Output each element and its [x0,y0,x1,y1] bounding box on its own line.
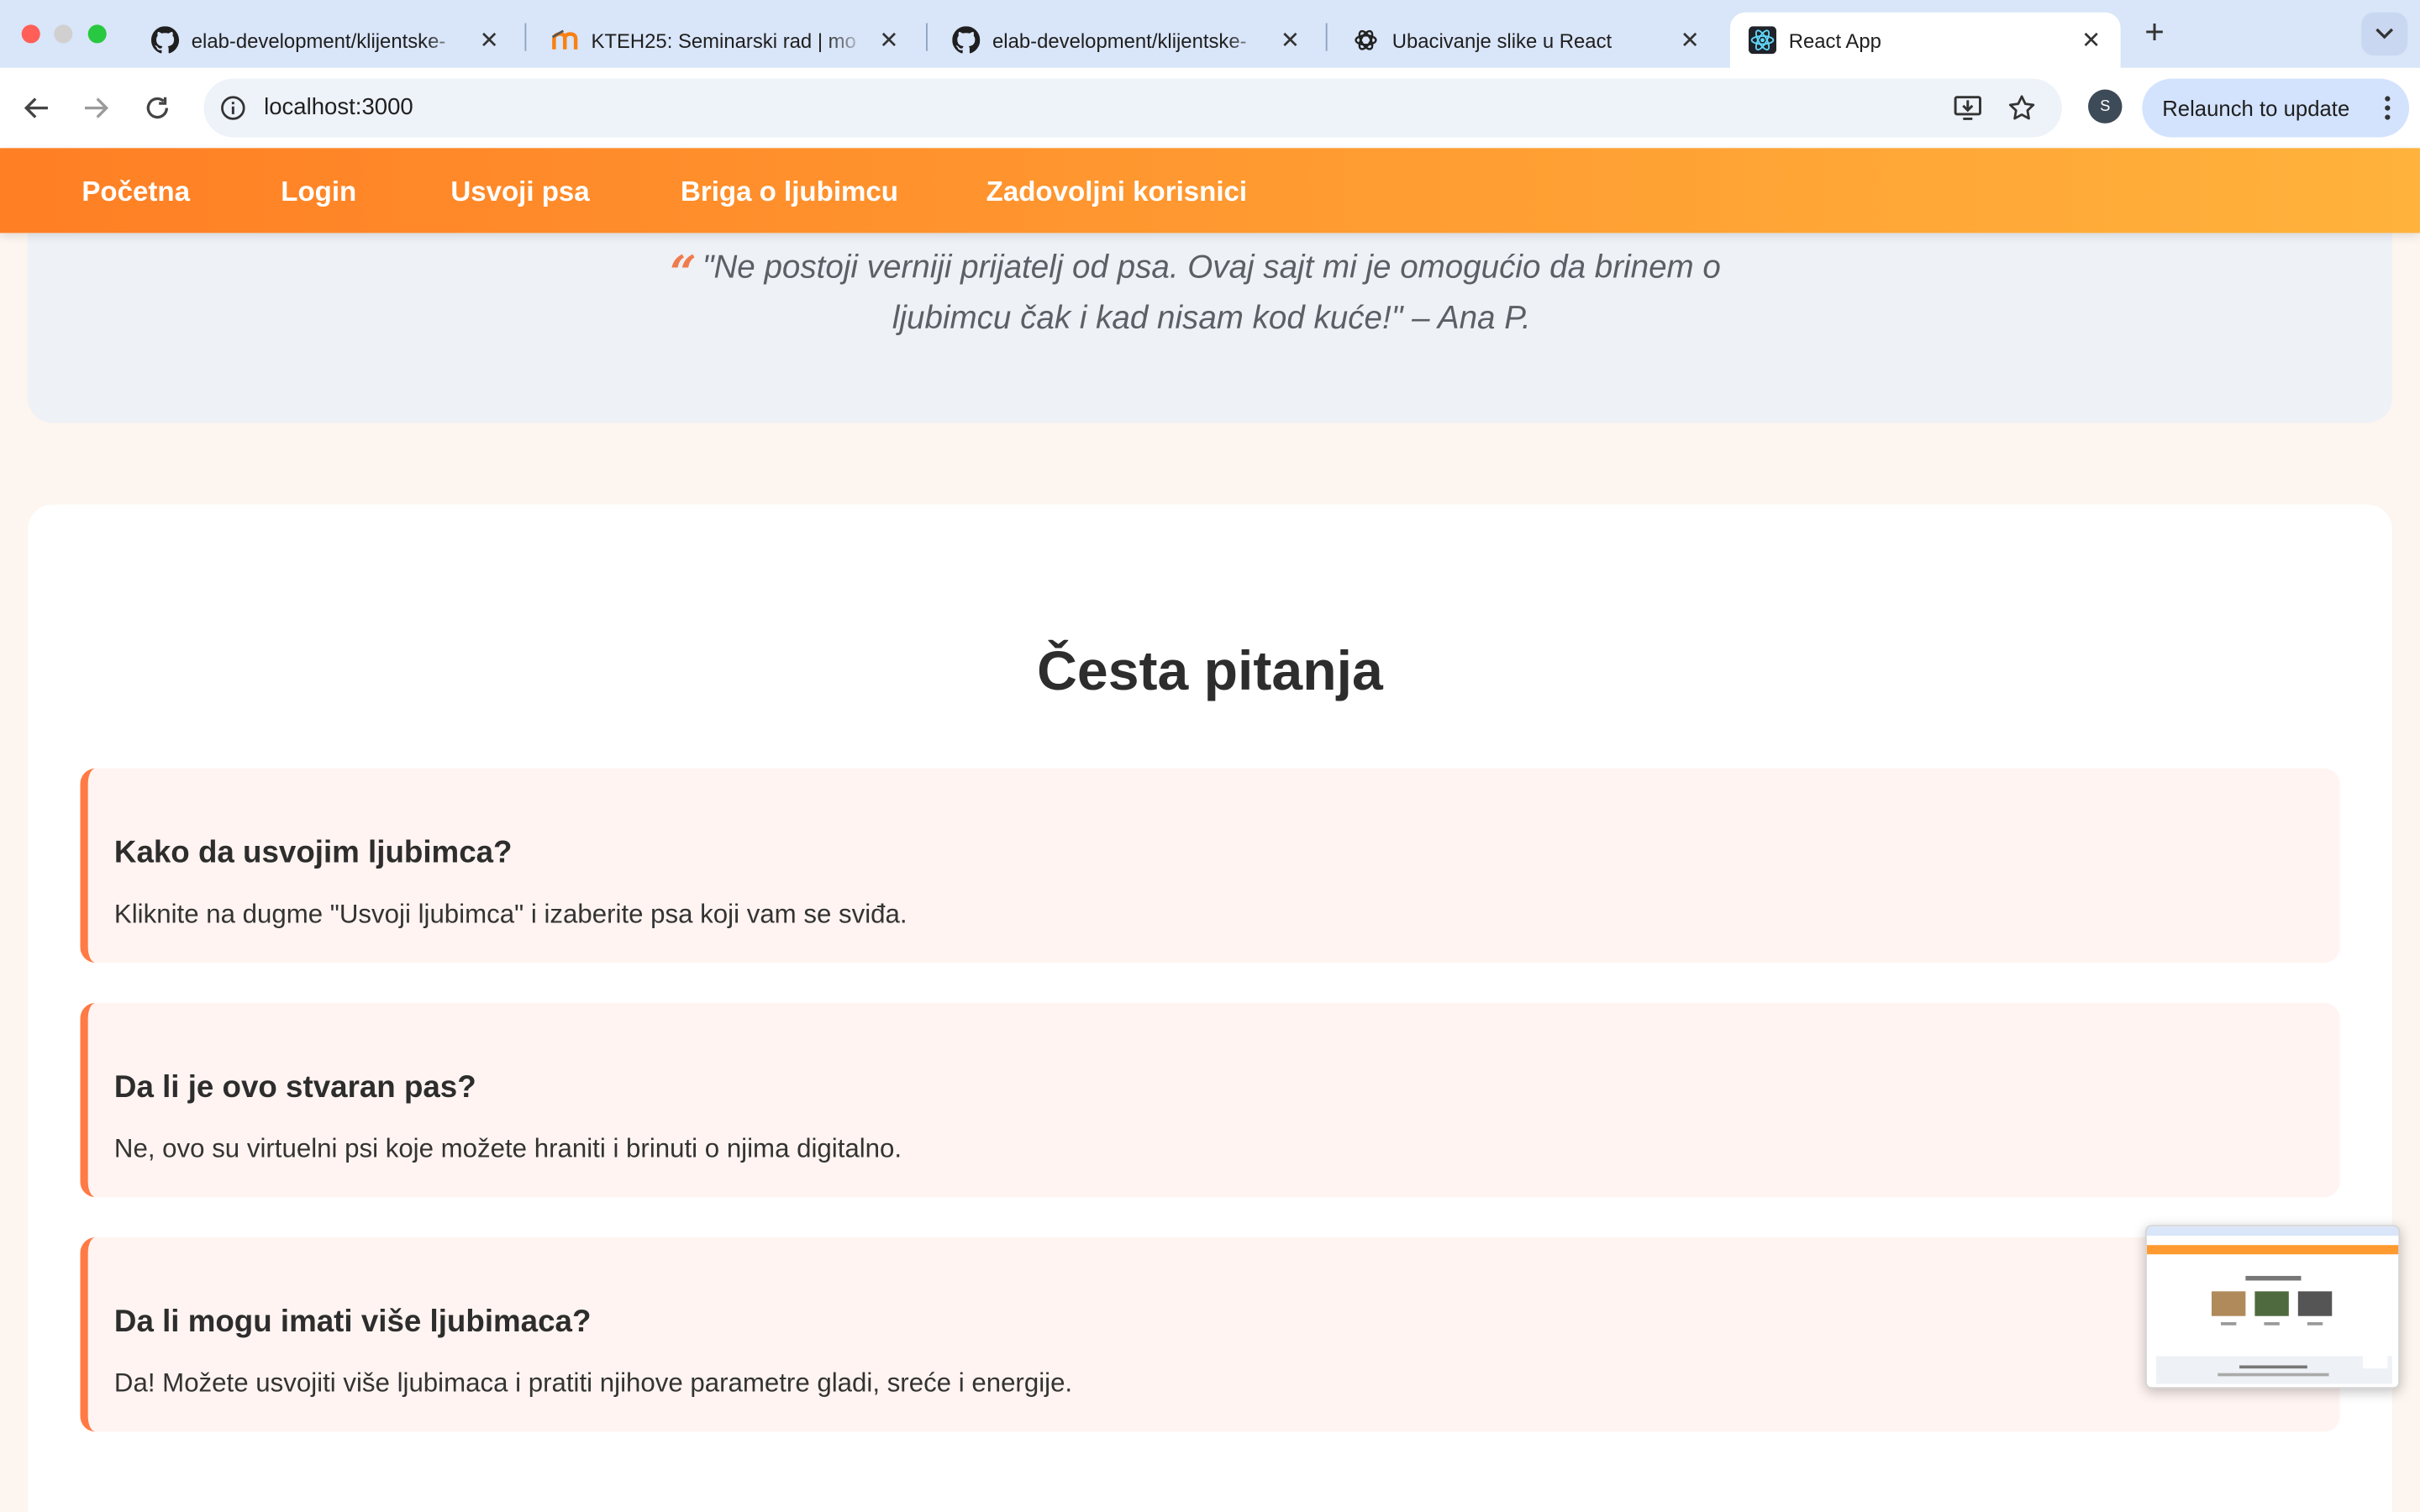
arrow-right-icon [85,97,109,118]
close-tab-icon[interactable]: ✕ [1276,26,1304,54]
faq-question: Da li mogu imati više ljubimaca? [113,1305,592,1340]
close-tab-icon[interactable]: ✕ [875,26,902,54]
reload-icon [146,97,169,119]
tab-react-app[interactable]: React App ✕ [1729,12,2121,68]
nav-link-zadovoljni-korisnici[interactable]: Zadovoljni korisnici [986,176,1247,208]
faq-title: Česta pitanja [1037,638,1383,702]
relaunch-button[interactable]: Relaunch to update [2142,78,2410,138]
tab-separator [1325,23,1328,51]
nav-link-usvoji-psa[interactable]: Usvoji psa [450,176,589,208]
site-info-icon[interactable] [219,94,247,122]
close-tab-icon[interactable]: ✕ [2077,26,2105,54]
tab-title: elab-development/klijentske- [191,28,446,52]
maximize-window-button[interactable] [87,24,107,44]
address-bar[interactable]: localhost:3000 [203,78,2062,138]
github-icon [150,26,180,54]
url-text[interactable]: localhost:3000 [264,94,413,120]
back-button[interactable] [18,90,55,127]
screenshot-thumbnail[interactable] [2145,1225,2401,1389]
nav-link-login[interactable]: Login [281,176,356,208]
nav-link-briga-o-ljubimcu[interactable]: Briga o ljubimcu [681,176,898,208]
faq-answer: Da! Možete usvojiti više ljubimaca i pra… [113,1368,1073,1399]
profile-avatar[interactable]: S [2088,89,2123,123]
tab-github-1[interactable]: elab-development/klijentske- ✕ [133,13,518,68]
tab-title: KTEH25: Seminarski rad | mo [591,28,856,52]
forward-button[interactable] [77,90,114,127]
minimize-window-button[interactable] [54,24,73,44]
testimonial-text: "Ne postoji verniji prijatelj od psa. Ov… [702,249,1721,337]
faq-answer: Ne, ovo su virtuelni psi koje možete hra… [113,1133,902,1163]
new-tab-button[interactable]: + [2136,14,2173,52]
browser-toolbar: localhost:3000 S Relaunch to update [0,67,2420,149]
openai-icon [1352,26,1380,54]
close-tab-icon[interactable]: ✕ [476,26,503,54]
browser-window: elab-development/klijentske- ✕ KTEH25: S… [0,0,2420,1512]
react-icon [1748,26,1777,55]
faq-answer: Kliknite na dugme "Usvoji ljubimca" i iz… [113,899,908,929]
moodle-icon [551,26,579,54]
tab-title: Ubacivanje slike u React [1392,28,1612,52]
tab-search-button[interactable] [2361,12,2408,56]
tab-chatgpt[interactable]: Ubacivanje slike u React ✕ [1334,13,1719,68]
tab-separator [926,23,928,51]
install-app-icon[interactable] [1952,92,1983,123]
screenshot-preview-image [2146,1226,2399,1384]
tab-title: elab-development/klijentske- [992,28,1247,52]
tab-title: React App [1788,28,1881,52]
faq-item: Da li mogu imati više ljubimaca? Da! Mož… [80,1237,2340,1432]
site-navbar: Početna Login Usvoji psa Briga o ljubimc… [0,148,2420,234]
github-icon [952,26,981,54]
tab-moodle[interactable]: KTEH25: Seminarski rad | mo ✕ [533,13,918,68]
nav-link-pocetna[interactable]: Početna [82,176,190,208]
relaunch-label: Relaunch to update [2162,95,2350,121]
reload-button[interactable] [139,90,176,127]
chevron-down-icon [2375,28,2394,39]
faq-item: Kako da usvojim ljubimca? Kliknite na du… [80,768,2340,963]
faq-question: Kako da usvojim ljubimca? [113,836,513,870]
bookmark-star-icon[interactable] [2007,92,2038,123]
more-menu-icon[interactable] [2385,94,2391,122]
tab-strip: elab-development/klijentske- ✕ KTEH25: S… [0,0,2420,68]
faq-item: Da li je ovo stvaran pas? Ne, ovo su vir… [80,1002,2340,1198]
tab-github-2[interactable]: elab-development/klijentske- ✕ [934,13,1319,68]
faq-question: Da li je ovo stvaran pas? [113,1070,476,1105]
close-tab-icon[interactable]: ✕ [1676,26,1704,54]
arrow-left-icon [24,97,48,118]
tab-separator [524,23,527,51]
close-window-button[interactable] [21,24,40,44]
